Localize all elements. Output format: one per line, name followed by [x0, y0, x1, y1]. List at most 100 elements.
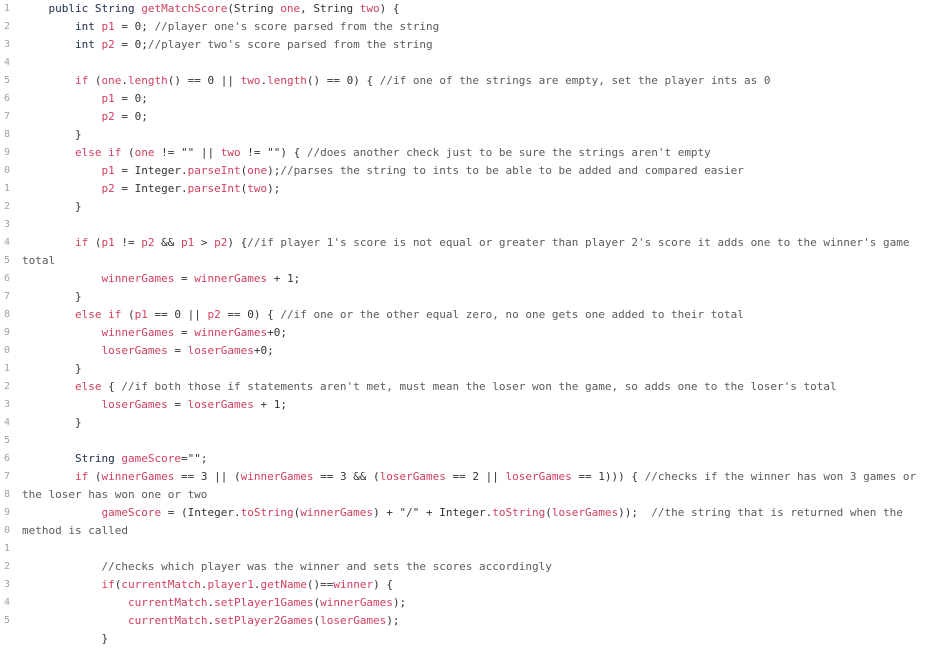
code-token: winnerGames [320, 596, 393, 609]
code-token: != "" || [154, 146, 221, 159]
code-line: else if (one != "" || two != "") { //doe… [75, 144, 711, 162]
code-token: ( [88, 74, 102, 87]
code-token: ) + "/" + Integer. [373, 506, 493, 519]
code-token: if [101, 578, 115, 591]
code-token: setPlayer2Games [214, 614, 314, 627]
code-token: winner [333, 578, 374, 591]
code-token: ( [88, 470, 102, 483]
line-number: 8 [3, 309, 10, 320]
code-line: else if (p1 == 0 || p2 == 0) { //if one … [75, 306, 744, 324]
code-token: String [75, 452, 122, 465]
code-token: winnerGames [101, 272, 175, 285]
code-token: = [174, 326, 195, 339]
line-number: 7 [3, 471, 10, 482]
code-token: length [267, 74, 307, 87]
line-number: 6 [3, 273, 10, 284]
line-number: 0 [3, 345, 10, 356]
line-number: 6 [3, 93, 10, 104]
code-token: else if [75, 308, 122, 321]
code-token: p2 [101, 110, 115, 123]
code-token: setPlayer1Games [214, 596, 314, 609]
code-token: () == 0 || [167, 74, 241, 87]
code-token: //if one or the other equal zero, no one… [280, 308, 744, 321]
code-token: () == 0) { [306, 74, 380, 87]
line-number: 4 [3, 417, 10, 428]
code-line: currentMatch.setPlayer2Games(loserGames)… [128, 612, 400, 630]
code-token: p1 [101, 164, 115, 177]
code-token: if [75, 74, 89, 87]
code-token: //if one of the strings are empty, set t… [379, 74, 771, 87]
code-token: p1 [134, 308, 148, 321]
code-token: //checks if the winner has won 3 games o… [644, 470, 917, 483]
code-line: } [102, 630, 109, 648]
code-token: two [247, 182, 268, 195]
code-token: two [220, 146, 241, 159]
code-token: == 3 && ( [313, 470, 380, 483]
code-line: winnerGames = winnerGames+0; [102, 324, 287, 342]
code-token: the loser has won one or two [22, 488, 208, 501]
code-token: p2 [214, 236, 228, 249]
line-number: 9 [3, 327, 10, 338]
code-token: } [75, 200, 82, 213]
code-token: //checks which player was the winner and… [101, 560, 552, 573]
code-token: = 0; [114, 110, 148, 123]
code-line: //checks which player was the winner and… [102, 558, 552, 576]
code-token: = (Integer. [161, 506, 241, 519]
code-token: currentMatch [121, 578, 201, 591]
code-token: method is called [22, 524, 128, 537]
code-token: != [114, 236, 142, 249]
code-token: loserGames [187, 398, 254, 411]
line-number: 2 [3, 381, 10, 392]
code-token: loserGames [551, 506, 619, 519]
code-token: winnerGames [240, 470, 314, 483]
code-token: . [121, 74, 128, 87]
code-line: } [75, 414, 82, 432]
code-token: one [280, 2, 301, 15]
code-token: + 1; [267, 272, 301, 285]
code-token: p1 [101, 236, 115, 249]
line-number: 4 [3, 237, 10, 248]
line-number: 3 [3, 579, 10, 590]
code-token: p2 [207, 308, 221, 321]
code-token: p2 [141, 236, 155, 249]
code-token: , String [300, 2, 360, 15]
code-token: two [240, 74, 261, 87]
code-line: gameScore = (Integer.toString(winnerGame… [102, 504, 903, 522]
line-number: 6 [3, 453, 10, 464]
code-token: length [128, 74, 168, 87]
code-line: p1 = Integer.parseInt(one);//parses the … [102, 162, 744, 180]
line-number: 8 [3, 129, 10, 140]
code-token: p2 [101, 182, 115, 195]
code-token: } [75, 416, 82, 429]
code-line: if (winnerGames == 3 || (winnerGames == … [75, 468, 916, 486]
code-token: = 0; [114, 20, 155, 33]
code-line: if(currentMatch.player1.getName()==winne… [102, 576, 393, 594]
code-token: one [247, 164, 268, 177]
code-token: //if player 1's score is not equal or gr… [247, 236, 910, 249]
code-line: method is called [22, 522, 128, 540]
code-token: ( [545, 506, 552, 519]
code-token: //parses the string to ints to be able t… [280, 164, 744, 177]
code-token: = [167, 398, 188, 411]
code-token: one [101, 74, 122, 87]
code-token: && [154, 236, 181, 249]
code-token: == 0) { [220, 308, 281, 321]
line-number: 3 [3, 399, 10, 410]
line-number: 9 [3, 507, 10, 518]
code-token: else [75, 380, 102, 393]
code-line: if (one.length() == 0 || two.length() ==… [75, 72, 770, 90]
code-token: ( [88, 236, 102, 249]
code-token: gameScore [101, 506, 162, 519]
line-number: 5 [3, 435, 10, 446]
line-number: 5 [3, 615, 10, 626]
code-token: toString [240, 506, 294, 519]
code-line: } [75, 360, 82, 378]
code-line: } [75, 198, 82, 216]
line-number: 1 [3, 543, 10, 554]
code-token: } [101, 632, 109, 645]
code-token: > [194, 236, 215, 249]
code-token: = 0; [114, 38, 148, 51]
line-number: 5 [3, 75, 10, 86]
code-token: int [75, 38, 102, 51]
code-token: ); [386, 614, 400, 627]
